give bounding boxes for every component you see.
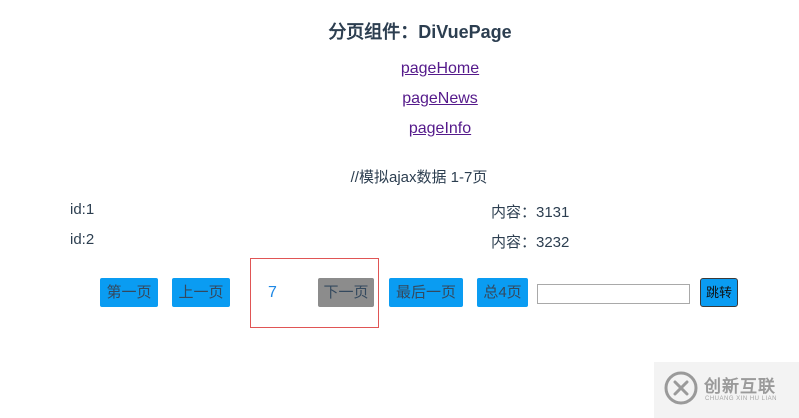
prev-page-button[interactable]: 上一页 [172, 278, 230, 307]
data-comment: //模拟ajax数据 1-7页 [350, 169, 488, 186]
last-page-button[interactable]: 最后一页 [389, 278, 463, 307]
nav-link-pagenews[interactable]: pageNews [0, 90, 799, 108]
item-content: 内容：3232 [491, 234, 570, 251]
nav-link-pagehome[interactable]: pageHome [0, 60, 799, 78]
item-id: id:2 [70, 231, 95, 248]
current-page-number: 7 [268, 284, 277, 301]
page-title: 分页组件：DiVuePage [328, 22, 512, 42]
item-content: 内容：3131 [491, 204, 570, 221]
first-page-button[interactable]: 第一页 [100, 278, 158, 307]
page-root: 分页组件：DiVuePage pageHome pageNews pageInf… [0, 0, 799, 418]
watermark-subtext: CHUANG XIN HU LIAN [705, 396, 778, 402]
jump-page-input[interactable] [537, 284, 690, 304]
watermark: 创新互联 CHUANG XIN HU LIAN [654, 362, 799, 418]
next-page-button[interactable]: 下一页 [318, 278, 374, 307]
item-id: id:1 [70, 201, 95, 218]
jump-button[interactable]: 跳转 [700, 278, 738, 307]
nav-link-pageinfo[interactable]: pageInfo [0, 120, 799, 138]
brand-logo-icon [664, 371, 698, 405]
watermark-text: 创新互联 [704, 377, 776, 396]
total-pages-button[interactable]: 总4页 [477, 278, 528, 307]
